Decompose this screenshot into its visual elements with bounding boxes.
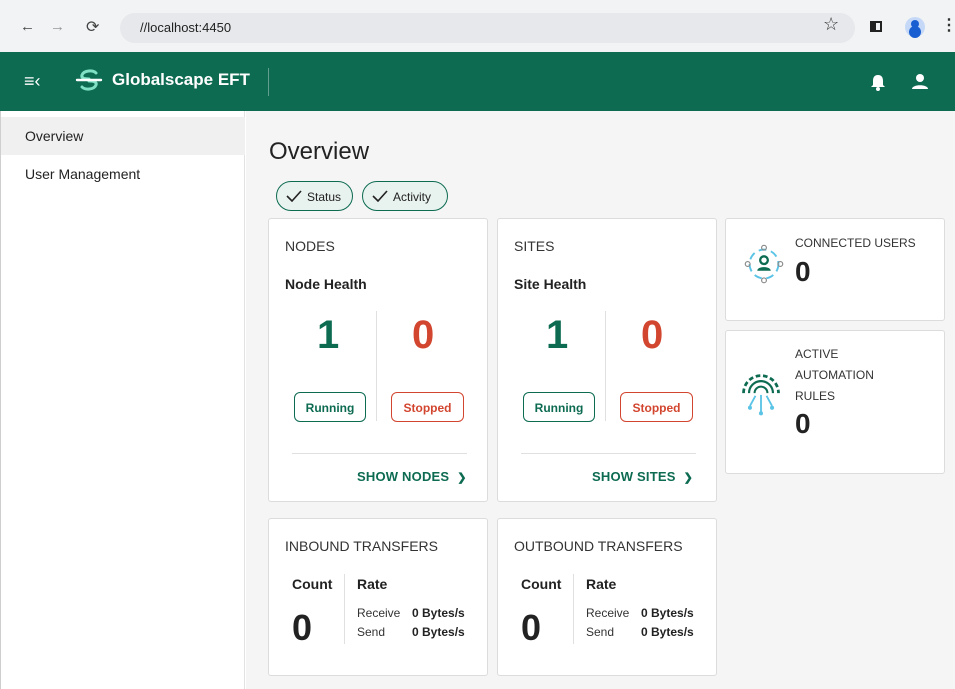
sites-card: SITES Site Health 1 0 Running Stopped SH…	[497, 218, 717, 502]
url-text: //localhost:4450	[140, 20, 232, 35]
stopped-badge: Stopped	[620, 392, 693, 422]
app-title: Globalscape EFT	[112, 70, 250, 89]
address-bar[interactable]: //localhost:4450	[120, 13, 855, 43]
running-badge: Running	[523, 392, 595, 422]
sidebar-item-user-management[interactable]: User Management	[1, 155, 245, 193]
sidebar-item-label: Overview	[25, 128, 84, 144]
filter-chip-label: Status	[307, 190, 342, 204]
sidebar-item-overview[interactable]: Overview	[1, 117, 245, 155]
show-nodes-button[interactable]: SHOW NODES ❯	[357, 469, 467, 484]
automation-gear-icon	[742, 374, 780, 416]
side-panel-icon[interactable]	[870, 21, 882, 32]
receive-rate: 0 Bytes/s	[641, 606, 694, 620]
send-rate: 0 Bytes/s	[412, 625, 465, 639]
divider	[573, 574, 574, 644]
divider	[605, 311, 606, 421]
inbound-transfers-card: INBOUND TRANSFERS Count Rate 0 Receive 0…	[268, 518, 488, 676]
sidebar-nav: Overview User Management	[0, 111, 245, 689]
show-sites-button[interactable]: SHOW SITES ❯	[592, 469, 693, 484]
card-title: SITES	[514, 238, 555, 254]
receive-label: Receive	[586, 606, 630, 620]
outbound-transfers-card: OUTBOUND TRANSFERS Count Rate 0 Receive …	[497, 518, 717, 676]
header-divider	[268, 68, 269, 96]
browser-toolbar: ← → ⟳ //localhost:4450 ☆ ⋮	[0, 0, 955, 52]
receive-rate: 0 Bytes/s	[412, 606, 465, 620]
card-title-line: RULES	[795, 389, 836, 403]
filter-chip-status[interactable]: Status	[276, 181, 353, 211]
card-title: CONNECTED USERS	[795, 236, 916, 250]
profile-avatar-icon[interactable]	[905, 17, 925, 37]
automation-rules-card: ACTIVE AUTOMATION RULES 0	[725, 330, 945, 474]
running-badge: Running	[294, 392, 366, 422]
notification-bell-icon[interactable]	[864, 68, 892, 96]
reload-icon[interactable]: ⟳	[86, 17, 99, 37]
card-subtitle: Node Health	[285, 276, 367, 292]
stopped-badge: Stopped	[391, 392, 464, 422]
chevron-down-icon: ❯	[457, 472, 467, 484]
card-subtitle: Site Health	[514, 276, 587, 292]
divider	[344, 574, 345, 644]
transfer-count: 0	[521, 607, 542, 648]
transfer-count: 0	[292, 607, 313, 648]
chevron-down-icon: ❯	[683, 472, 694, 484]
card-title-line: ACTIVE	[795, 347, 839, 361]
send-label: Send	[586, 625, 615, 639]
checkmark-icon	[286, 190, 302, 202]
card-title-line: AUTOMATION	[795, 368, 874, 382]
rate-label: Rate	[357, 576, 388, 592]
sidebar-item-label: User Management	[25, 166, 141, 182]
page-title: Overview	[269, 138, 370, 165]
divider	[376, 311, 377, 421]
divider	[521, 453, 696, 454]
bookmark-star-icon[interactable]: ☆	[823, 14, 839, 35]
checkmark-icon	[372, 190, 388, 202]
rate-label: Rate	[586, 576, 617, 592]
globalscape-logo-icon	[75, 69, 103, 91]
connected-users-card: CONNECTED USERS 0	[725, 218, 945, 321]
filter-chip-activity[interactable]: Activity	[362, 181, 448, 211]
count-label: Count	[292, 576, 333, 592]
app-header: ≡‹ Globalscape EFT	[0, 52, 955, 111]
show-sites-label: SHOW SITES	[592, 469, 676, 484]
running-count: 1	[317, 313, 340, 357]
card-title: OUTBOUND TRANSFERS	[514, 538, 683, 554]
automation-rules-count: 0	[795, 408, 811, 439]
menu-collapse-icon[interactable]: ≡‹	[24, 71, 41, 92]
send-rate: 0 Bytes/s	[641, 625, 694, 639]
divider	[292, 453, 467, 454]
receive-label: Receive	[357, 606, 401, 620]
main-content: Overview Status Activity NODES Node Heal…	[246, 111, 955, 689]
back-arrow-icon[interactable]: ←	[20, 18, 35, 35]
browser-menu-icon[interactable]: ⋮	[941, 15, 955, 35]
show-nodes-label: SHOW NODES	[357, 469, 450, 484]
running-count: 1	[546, 313, 569, 357]
send-label: Send	[357, 625, 386, 639]
card-title: INBOUND TRANSFERS	[285, 538, 438, 554]
count-label: Count	[521, 576, 562, 592]
user-account-icon[interactable]	[906, 68, 934, 96]
nodes-card: NODES Node Health 1 0 Running Stopped SH…	[268, 218, 488, 502]
filter-chip-label: Activity	[393, 190, 432, 204]
connected-users-count: 0	[795, 256, 811, 287]
stopped-count: 0	[641, 313, 664, 357]
card-title: NODES	[285, 238, 335, 254]
stopped-count: 0	[412, 313, 435, 357]
forward-arrow-icon[interactable]: →	[50, 18, 65, 35]
connected-users-icon	[744, 244, 784, 284]
